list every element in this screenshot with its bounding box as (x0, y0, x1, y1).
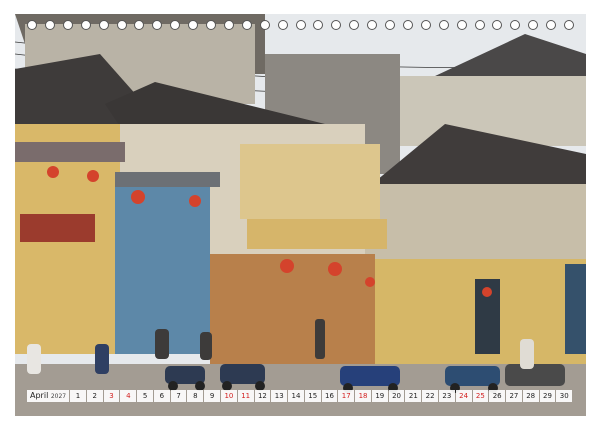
binding-ring (27, 20, 37, 30)
shopfront-center (210, 254, 375, 364)
binding-ring (223, 20, 234, 30)
calendar-day: 12 (254, 390, 271, 402)
calendar-day: 29 (539, 390, 556, 402)
calendar-day: 2 (86, 390, 103, 402)
balcony-left-red (20, 214, 95, 242)
calendar-day: 19 (371, 390, 388, 402)
binding-ring (116, 20, 127, 30)
awning-blue (115, 172, 220, 187)
year-label: 2027 (50, 393, 67, 400)
binding-ring (98, 20, 109, 30)
calendar-day: 11 (237, 390, 254, 402)
calendar-day: 10 (221, 390, 237, 402)
binding-ring (206, 20, 216, 30)
binding-ring (492, 20, 503, 30)
binding-ring (241, 20, 252, 30)
calendar-day: 30 (556, 390, 573, 402)
binding-ring (385, 20, 395, 30)
calendar-day: 18 (355, 390, 371, 402)
calendar-month-label: April 2027 (27, 390, 70, 402)
spiral-binding (15, 20, 586, 36)
binding-ring (456, 20, 467, 30)
calendar-day: 17 (338, 390, 355, 402)
calendar-strip: April 2027 1 2 3 4 5 6 7 8 9 10 11 12 13 14 15 16 17 18 19… (27, 390, 573, 402)
calendar-page: April 2027 1 2 3 4 5 6 7 8 9 10 11 12 13 14 15 16 17 18 19… (0, 0, 600, 431)
binding-ring (188, 20, 199, 30)
binding-ring (349, 20, 360, 30)
calendar-day: 27 (506, 390, 522, 402)
calendar-day: 1 (70, 390, 86, 402)
binding-ring (170, 20, 181, 30)
binding-ring (313, 20, 324, 30)
binding-ring (62, 20, 73, 30)
calendar-day: 14 (288, 390, 304, 402)
calendar-day: 8 (187, 390, 204, 402)
binding-ring (510, 20, 521, 30)
awning-left (15, 142, 125, 162)
calendar-day: 9 (204, 390, 221, 402)
shop-far-right-blue (565, 264, 586, 354)
month-name: April (30, 391, 49, 400)
calendar-day: 4 (120, 390, 137, 402)
binding-ring (367, 20, 378, 30)
street-photo (15, 14, 586, 416)
binding-ring (528, 20, 539, 30)
calendar-day: 13 (271, 390, 288, 402)
binding-ring (80, 20, 91, 30)
binding-ring (134, 20, 145, 30)
calendar-day: 25 (472, 390, 489, 402)
binding-ring (331, 20, 342, 30)
binding-ring (295, 20, 306, 30)
calendar-day: 26 (489, 390, 506, 402)
calendar-day: 7 (170, 390, 187, 402)
calendar-day: 3 (103, 390, 120, 402)
calendar-day: 23 (438, 390, 455, 402)
calendar-day: 16 (321, 390, 338, 402)
calendar-day: 28 (522, 390, 539, 402)
calendar-day: 6 (153, 390, 170, 402)
balcony-center (247, 219, 387, 249)
upper-facade-center (240, 144, 380, 219)
binding-ring (546, 20, 557, 30)
binding-ring (402, 20, 413, 30)
shop-blue (115, 184, 210, 354)
calendar-days: 1 2 3 4 5 6 7 8 9 10 11 12 13 14 15 16 17 18 19 20 21 22 23 24 2… (70, 390, 573, 402)
binding-ring (259, 20, 270, 30)
binding-ring (474, 20, 485, 30)
calendar-day: 22 (422, 390, 438, 402)
calendar-day: 21 (405, 390, 422, 402)
calendar-day: 20 (388, 390, 405, 402)
calendar-day: 5 (137, 390, 153, 402)
binding-ring (438, 20, 449, 30)
binding-ring (44, 20, 55, 30)
binding-ring (420, 20, 431, 30)
calendar-day: 24 (455, 390, 472, 402)
calendar-day: 15 (304, 390, 321, 402)
binding-ring (152, 20, 163, 30)
binding-ring (564, 20, 574, 30)
house-right-center-wall (365, 184, 586, 259)
binding-ring (277, 20, 288, 30)
